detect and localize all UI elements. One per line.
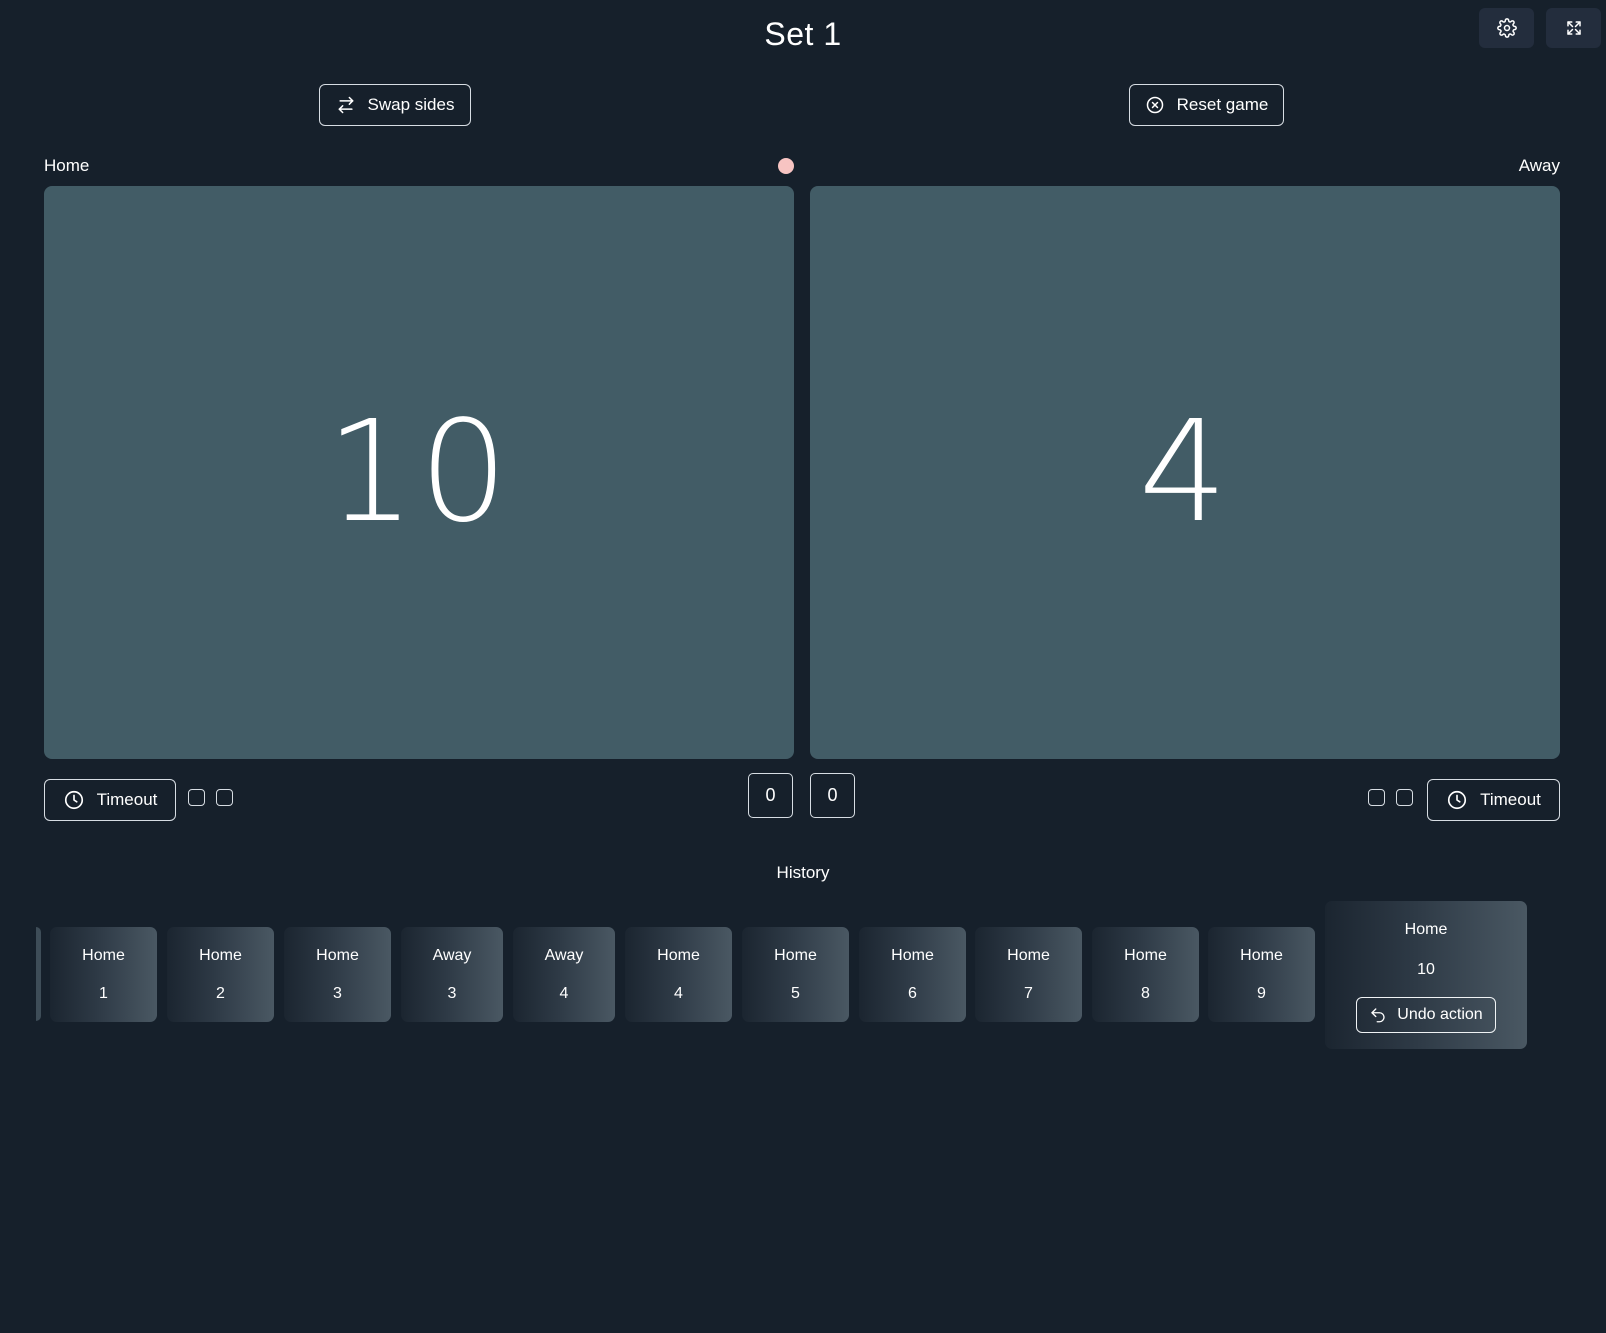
- settings-button[interactable]: [1479, 8, 1534, 48]
- history-team: Away: [432, 946, 472, 964]
- history-card: Home 6: [859, 927, 966, 1022]
- away-score-panel[interactable]: 4: [810, 186, 1560, 759]
- away-timeout-indicator-1: [1368, 789, 1385, 806]
- history-card: Home 2: [167, 927, 274, 1022]
- home-timeout-indicator-1: [188, 789, 205, 806]
- history-score: 1: [99, 984, 108, 1002]
- history-score: 8: [1141, 984, 1150, 1002]
- history-team: Home: [774, 946, 817, 964]
- history-card: Away 3: [401, 927, 503, 1022]
- history-team: Home: [82, 946, 125, 964]
- history-card: Home 8: [1092, 927, 1199, 1022]
- home-team-label: Home: [44, 156, 90, 175]
- home-score: 10: [325, 391, 513, 554]
- history-team: Home: [1240, 946, 1283, 964]
- history-team: Home: [657, 946, 700, 964]
- reset-game-button[interactable]: Reset game: [1129, 84, 1284, 126]
- history-score: 2: [216, 984, 225, 1002]
- history-card: Home 4: [625, 927, 732, 1022]
- clock-icon: [64, 790, 83, 810]
- history-score: 5: [791, 984, 800, 1002]
- history-score: 10: [1417, 961, 1435, 978]
- history-team: Home: [1404, 921, 1448, 938]
- history-card: Home 9: [1208, 927, 1315, 1022]
- undo-arrow-icon: [1371, 1008, 1385, 1023]
- serve-indicator: [778, 158, 794, 174]
- away-score: 4: [1138, 391, 1232, 554]
- history-score: 3: [333, 984, 342, 1002]
- away-sets-won[interactable]: 0: [810, 773, 855, 818]
- history-score: 7: [1024, 984, 1033, 1002]
- gear-icon: [1496, 18, 1517, 38]
- swap-sides-button[interactable]: Swap sides: [319, 84, 471, 126]
- history-team: Home: [1124, 946, 1167, 964]
- history-card-partial: [36, 927, 41, 1021]
- away-timeout-button[interactable]: Timeout: [1427, 779, 1560, 821]
- history-card: Home 1: [50, 927, 157, 1022]
- history-team: Away: [544, 946, 584, 964]
- home-timeout-label: Timeout: [96, 790, 158, 809]
- history-card: Home 5: [742, 927, 849, 1022]
- history-team: Home: [1007, 946, 1050, 964]
- history-card: Away 4: [513, 927, 615, 1022]
- history-score: 6: [908, 984, 917, 1002]
- history-strip[interactable]: Home 1 Home 2 Home 3 Away 3 Away 4 Home …: [36, 901, 1536, 1051]
- history-team: Home: [891, 946, 934, 964]
- undo-action-button[interactable]: Undo action: [1356, 997, 1496, 1033]
- clock-icon: [1448, 790, 1467, 810]
- history-title: History: [776, 863, 830, 882]
- undo-action-label: Undo action: [1397, 1006, 1483, 1023]
- history-team: Home: [316, 946, 359, 964]
- home-score-panel[interactable]: 10: [44, 186, 794, 759]
- away-timeout-label: Timeout: [1480, 790, 1541, 809]
- reset-game-label: Reset game: [1176, 95, 1269, 114]
- swap-sides-label: Swap sides: [367, 95, 455, 114]
- history-card: Home 7: [975, 927, 1082, 1022]
- away-team-label: Away: [1518, 156, 1560, 175]
- home-timeout-button[interactable]: Timeout: [44, 779, 176, 821]
- away-timeout-indicator-2: [1396, 789, 1413, 806]
- home-timeout-indicator-2: [216, 789, 233, 806]
- circle-x-icon: [1146, 96, 1163, 114]
- history-card-latest: Home 10 Undo action: [1325, 901, 1527, 1049]
- history-score: 4: [674, 984, 683, 1002]
- history-team: Home: [199, 946, 242, 964]
- history-score: 9: [1257, 984, 1266, 1002]
- home-sets-won[interactable]: 0: [748, 773, 793, 818]
- history-card: Home 3: [284, 927, 391, 1022]
- set-title: Set 1: [764, 16, 842, 52]
- history-score: 4: [559, 984, 569, 1002]
- fullscreen-button[interactable]: [1546, 8, 1601, 48]
- swap-arrows-icon: [338, 96, 353, 114]
- history-score: 3: [447, 984, 457, 1002]
- expand-icon: [1566, 21, 1581, 35]
